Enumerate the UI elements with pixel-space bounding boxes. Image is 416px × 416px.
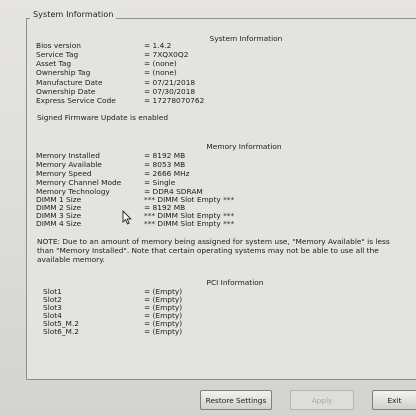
pci-information-title: PCI Information	[206, 278, 264, 287]
row-label: Service Tag	[36, 50, 79, 59]
row-label: Asset Tag	[36, 59, 72, 68]
row-label: Memory Speed	[36, 169, 92, 178]
memory-information-title: Memory Information	[206, 142, 282, 151]
row-label: Slot6_M.2	[43, 327, 79, 336]
row-value: = 07/21/2018	[144, 78, 196, 87]
system-information-title: System Information	[209, 34, 283, 43]
row-value: = (Empty)	[144, 327, 183, 336]
restore-settings-button[interactable]: Restore Settings	[200, 390, 272, 410]
row-label: Ownership Date	[36, 87, 96, 96]
row-value: = 07/30/2018	[144, 87, 196, 96]
row-value: = 2666 MHz	[144, 169, 190, 178]
apply-button[interactable]: Apply	[290, 390, 354, 410]
row-label: Bios version	[36, 41, 81, 50]
row-label: Memory Installed	[36, 151, 100, 160]
row-value: = 1.4.2	[144, 41, 172, 50]
memory-note: NOTE: Due to an amount of memory being a…	[37, 237, 390, 265]
row-value: = 17278070762	[144, 96, 205, 105]
row-value: *** DIMM Slot Empty ***	[144, 219, 235, 228]
bios-screen: System Information System Information Bi…	[0, 0, 416, 416]
row-label: Manufacture Date	[36, 78, 103, 87]
row-value: = (none)	[144, 59, 177, 68]
mouse-pointer-icon	[122, 210, 132, 225]
row-value: = Single	[144, 178, 176, 187]
panel-legend: System Information	[30, 10, 117, 19]
row-value: = 8053 MB	[144, 160, 186, 169]
row-value: = (none)	[144, 68, 177, 77]
row-value: = 7XQX0Q2	[144, 50, 189, 59]
signed-firmware-status: Signed Firmware Update is enabled	[37, 113, 169, 122]
row-label: Memory Channel Mode	[36, 178, 122, 187]
row-label: DIMM 4 Size	[36, 219, 82, 228]
row-label: Memory Available	[36, 160, 102, 169]
row-label: Ownership Tag	[36, 68, 91, 77]
row-value: = 8192 MB	[144, 151, 186, 160]
exit-button[interactable]: Exit	[372, 390, 416, 410]
row-label: Express Service Code	[36, 96, 116, 105]
